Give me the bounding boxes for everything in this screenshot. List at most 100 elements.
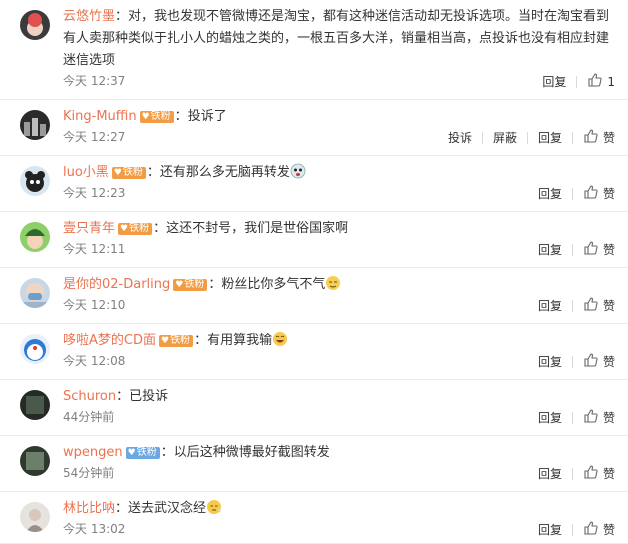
like-button[interactable]: 赞 [583,520,615,539]
user-avatar[interactable] [20,390,50,420]
like-button[interactable]: 赞 [583,352,615,371]
action-divider [571,187,573,200]
comment-time: 今天 12:37 [63,74,126,88]
comment-body: wpengen ♥铁粉 ：以后这种微博最好截图转发 54分钟前 回复 赞 [63,442,615,481]
comment-line: Schuron：已投诉 [63,386,615,408]
comment-actions: 回复 赞 [538,408,615,427]
fan-badge[interactable]: ♥铁粉 [111,167,146,179]
comment-body: Schuron：已投诉 44分钟前 回复 赞 [63,386,615,425]
comment-actions: 回复 赞 [538,352,615,371]
user-avatar[interactable] [20,10,50,40]
comment-actions: 回复 1 [542,72,615,91]
reply-button[interactable]: 回复 [538,185,562,202]
comment-body: 林比比呐：送去武汉念经 今天 13:02 回复 赞 [63,498,615,537]
fan-badge-icon: ♥ [141,112,150,122]
thumbs-up-icon [583,408,603,427]
like-button[interactable]: 赞 [583,128,615,147]
action-divider [571,523,573,536]
comment-text: 已投诉 [129,389,169,404]
fan-badge[interactable]: ♥铁粉 [139,111,174,123]
like-label: 赞 [602,187,615,201]
reply-button[interactable]: 回复 [538,465,562,482]
username-link[interactable]: wpengen [63,445,123,460]
action-divider [571,467,573,480]
colon-separator: ： [116,389,130,404]
like-button[interactable]: 1 [587,72,615,91]
thumbs-up-icon [583,128,603,147]
like-button[interactable]: 赞 [583,296,615,315]
action-divider [571,299,573,312]
comment-line: wpengen ♥铁粉 ：以后这种微博最好截图转发 [63,442,615,464]
user-avatar[interactable] [20,334,50,364]
comment-item: 哆啦A梦的CD面 ♥铁粉 ：有用算我输 今天 12:08 回复赞 [0,324,628,380]
thumbs-up-icon [583,464,603,483]
fan-badge-label: 铁粉 [184,279,205,290]
colon-separator: ： [208,277,222,292]
reply-button[interactable]: 回复 [542,73,566,90]
comment-item: 是你的02-Darling ♥铁粉 ：粉丝比你多气不气 今天 12:10 回复赞 [0,268,628,324]
like-label: 赞 [602,355,615,369]
comment-text: 投诉了 [187,109,227,124]
comment-body: luo小黑 ♥铁粉 ：还有那么多无脑再转发 今天 12:23 回复赞 [63,162,615,201]
like-button[interactable]: 赞 [583,408,615,427]
like-label: 赞 [602,243,615,257]
like-count: 1 [607,74,615,89]
reply-button[interactable]: 回复 [538,353,562,370]
action-divider [526,131,528,144]
report-button[interactable]: 投诉 [448,129,472,146]
like-button[interactable]: 赞 [583,184,615,203]
user-avatar[interactable] [20,110,50,140]
username-link[interactable]: 云悠竹墨 [63,9,115,24]
comment-text: 粉丝比你多气不气 [221,277,326,292]
username-link[interactable]: 哆啦A梦的CD面 [63,333,156,348]
action-divider [481,131,483,144]
username-link[interactable]: luo小黑 [63,165,109,180]
user-avatar[interactable] [20,222,50,252]
comment-actions: 投诉 屏蔽 回复 赞 [448,128,615,147]
reply-button[interactable]: 回复 [538,521,562,538]
username-link[interactable]: Schuron [63,389,116,404]
fan-badge[interactable]: ♥铁粉 [158,335,194,347]
comment-item: 壹只青年 ♥铁粉 ：这还不封号，我们是世俗国家啊 今天 12:11 回复赞 [0,212,628,268]
user-avatar[interactable] [20,446,50,476]
scared-face-emoji-icon [290,163,306,180]
reply-button[interactable]: 回复 [538,409,562,426]
colon-separator: ： [194,333,208,348]
comment-text: 这还不封号，我们是世俗国家啊 [166,221,349,236]
comment-item: wpengen ♥铁粉 ：以后这种微博最好截图转发 54分钟前 回复 赞 [0,436,628,492]
like-button[interactable]: 赞 [583,464,615,483]
comment-time: 54分钟前 [63,466,115,480]
user-avatar[interactable] [20,166,50,196]
username-link[interactable]: 是你的02-Darling [63,277,170,292]
colon-separator: ： [153,221,167,236]
username-link[interactable]: King-Muffin [63,109,137,124]
comment-item: 云悠竹墨：对，我也发现不管微博还是淘宝，都有这种迷信活动却无投诉选项。当时在淘宝… [0,0,628,100]
fan-badge-icon: ♥ [175,280,184,290]
cheeky-face-emoji-icon [325,276,341,292]
laughing-face-emoji-icon [272,332,288,348]
reply-button[interactable]: 回复 [538,241,562,258]
fan-badge[interactable]: ♥铁粉 [118,223,153,235]
comment-actions: 回复 赞 [538,464,615,483]
username-link[interactable]: 壹只青年 [63,221,115,236]
comment-line: 壹只青年 ♥铁粉 ：这还不封号，我们是世俗国家啊 [63,218,615,240]
comment-item: luo小黑 ♥铁粉 ：还有那么多无脑再转发 今天 12:23 回复赞 [0,156,628,212]
username-link[interactable]: 林比比呐 [63,501,115,516]
comment-text: 有用算我输 [207,333,273,348]
fan-badge-label: 铁粉 [136,447,157,458]
thumbs-up-icon [587,72,607,91]
user-avatar[interactable] [20,278,50,308]
fan-badge-icon: ♥ [160,336,170,346]
block-button[interactable]: 屏蔽 [493,129,517,146]
like-button[interactable]: 赞 [583,240,615,259]
comment-body: 哆啦A梦的CD面 ♥铁粉 ：有用算我输 今天 12:08 回复赞 [63,330,615,369]
like-label: 赞 [602,523,615,537]
action-divider [576,75,578,88]
reply-button[interactable]: 回复 [538,129,562,146]
fan-badge[interactable]: ♥铁粉 [173,279,208,291]
action-divider [571,355,573,368]
colon-separator: ： [115,501,129,516]
reply-button[interactable]: 回复 [538,297,562,314]
fan-badge[interactable]: ♥铁粉 [125,447,160,459]
user-avatar[interactable] [20,502,50,532]
